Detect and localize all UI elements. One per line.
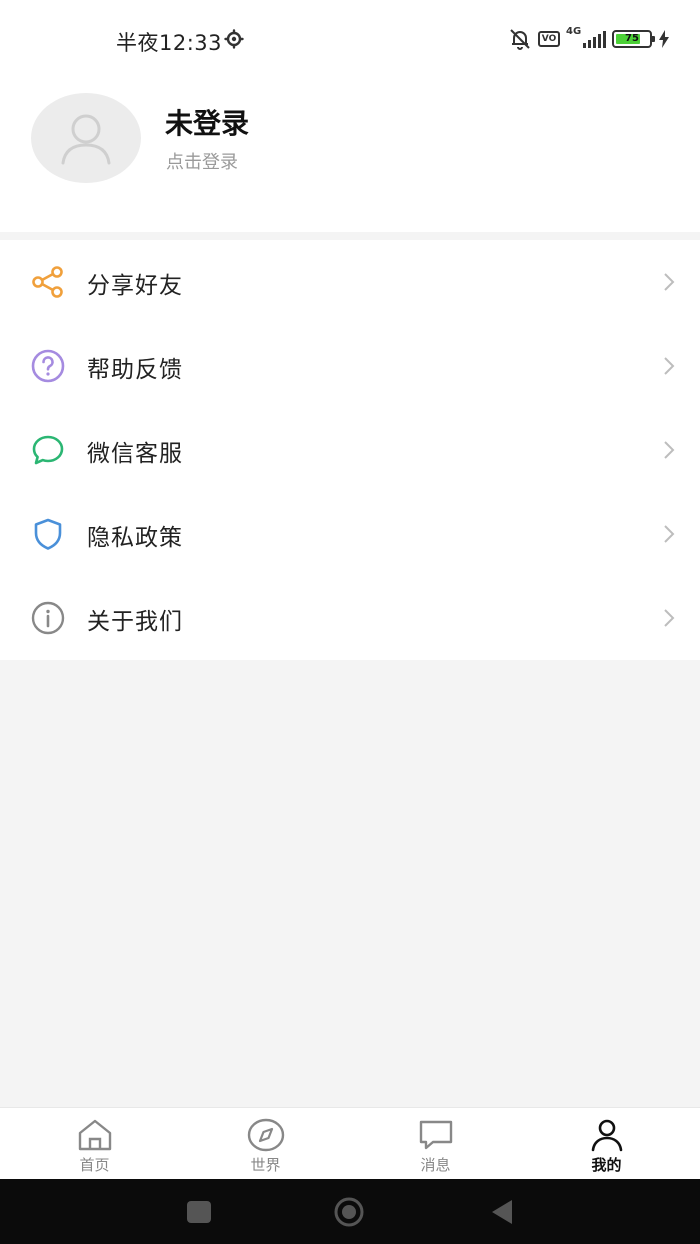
menu-item-wechat-support[interactable]: 微信客服 bbox=[0, 408, 700, 492]
volte-icon: VO bbox=[538, 31, 560, 47]
profile-header[interactable]: 未登录 点击登录 bbox=[0, 80, 700, 232]
chevron-right-icon bbox=[664, 357, 675, 375]
profile-name: 未登录 bbox=[165, 107, 250, 140]
tab-world[interactable]: 世界 bbox=[178, 1108, 353, 1180]
tab-mine[interactable]: 我的 bbox=[519, 1108, 694, 1180]
charging-bolt-icon bbox=[659, 30, 669, 48]
menu-item-label: 分享好友 bbox=[87, 273, 183, 299]
network-type: 4G bbox=[566, 26, 582, 37]
avatar[interactable] bbox=[31, 93, 141, 183]
profile-page: 半夜12:33 VO 4G 75 未登录 点击登录 分享好友 帮助反馈 微信客服… bbox=[0, 0, 700, 1244]
message-icon bbox=[419, 1120, 452, 1150]
recents-icon[interactable] bbox=[182, 1197, 216, 1227]
settings-menu: 分享好友 帮助反馈 微信客服 隐私政策 关于我们 bbox=[0, 240, 700, 660]
signal-icon: 4G bbox=[566, 26, 606, 50]
profile-icon bbox=[591, 1119, 622, 1152]
tab-label: 首页 bbox=[79, 1156, 110, 1174]
menu-item-share[interactable]: 分享好友 bbox=[0, 240, 700, 324]
bottom-tab-bar: 首页 世界 消息 我的 bbox=[0, 1107, 700, 1179]
chevron-right-icon bbox=[664, 609, 675, 627]
battery-icon: 75 bbox=[612, 30, 655, 48]
tab-label: 我的 bbox=[591, 1156, 622, 1174]
info-circle-icon bbox=[31, 601, 65, 635]
tab-label: 世界 bbox=[250, 1156, 281, 1174]
battery-level: 75 bbox=[625, 33, 639, 44]
compass-icon bbox=[247, 1118, 284, 1152]
status-bar: 半夜12:33 VO 4G 75 bbox=[0, 0, 700, 80]
settings-gear-icon bbox=[224, 29, 244, 49]
tab-label: 消息 bbox=[420, 1156, 451, 1174]
chevron-right-icon bbox=[664, 273, 675, 291]
share-icon bbox=[32, 266, 63, 298]
tab-messages[interactable]: 消息 bbox=[348, 1108, 523, 1180]
home-button-icon[interactable] bbox=[332, 1197, 366, 1227]
system-navigation-bar bbox=[0, 1179, 700, 1244]
user-silhouette-icon bbox=[61, 114, 111, 165]
back-icon[interactable] bbox=[486, 1197, 520, 1227]
menu-item-about-us[interactable]: 关于我们 bbox=[0, 576, 700, 660]
status-time: 半夜12:33 bbox=[116, 31, 223, 55]
menu-item-help-feedback[interactable]: 帮助反馈 bbox=[0, 324, 700, 408]
status-indicators: VO 4G 75 bbox=[508, 26, 670, 52]
question-circle-icon bbox=[31, 349, 65, 383]
chevron-right-icon bbox=[664, 525, 675, 543]
menu-item-label: 帮助反馈 bbox=[87, 357, 183, 383]
chat-bubble-icon bbox=[32, 435, 64, 465]
chevron-right-icon bbox=[664, 441, 675, 459]
menu-item-label: 关于我们 bbox=[87, 609, 183, 635]
menu-item-label: 隐私政策 bbox=[87, 525, 183, 551]
menu-item-label: 微信客服 bbox=[87, 441, 183, 467]
tab-home[interactable]: 首页 bbox=[7, 1108, 182, 1180]
home-icon bbox=[78, 1119, 111, 1151]
login-link[interactable]: 点击登录 bbox=[166, 148, 238, 174]
bell-muted-icon bbox=[510, 29, 530, 50]
menu-item-privacy-policy[interactable]: 隐私政策 bbox=[0, 492, 700, 576]
shield-icon bbox=[34, 518, 62, 550]
